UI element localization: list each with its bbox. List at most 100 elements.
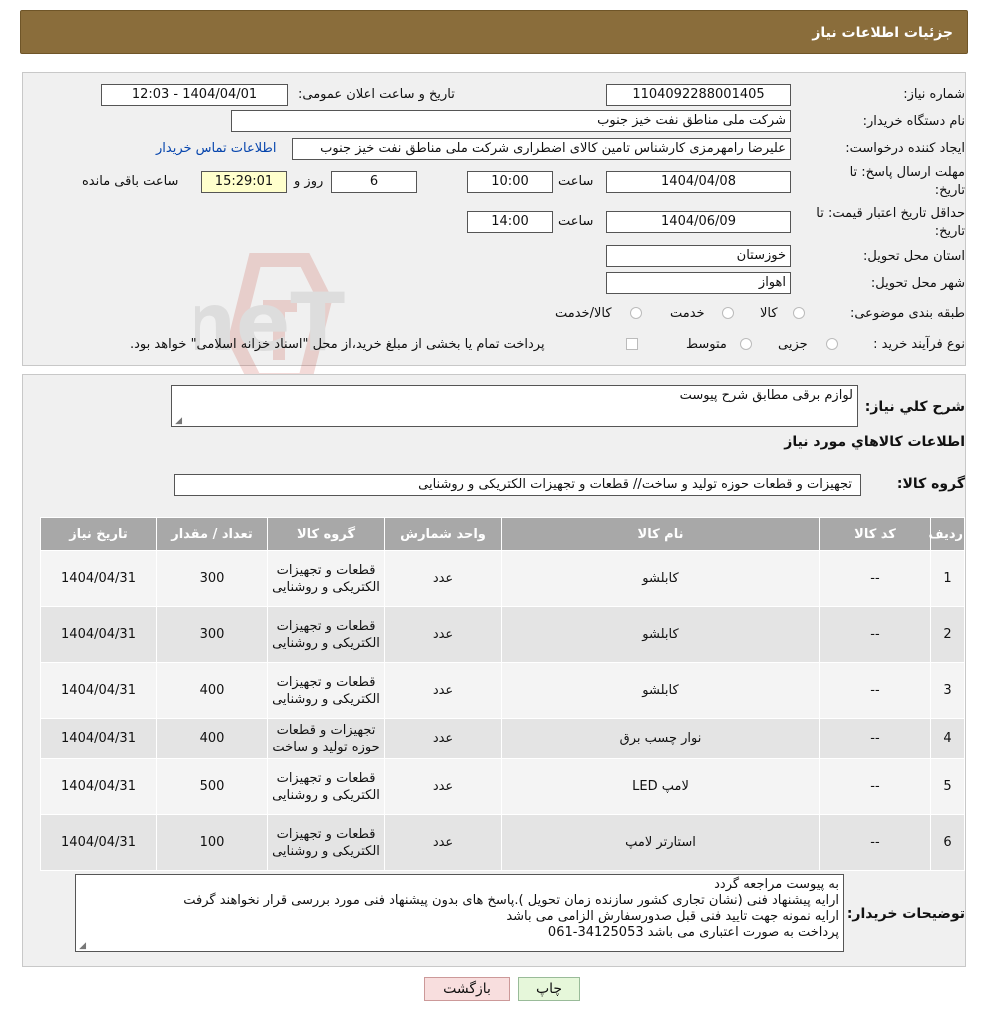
col-header-quantity: تعداد / مقدار: [156, 517, 268, 551]
days-field: 6: [331, 171, 417, 193]
page-title: جزئیات اطلاعات نیاز: [812, 25, 953, 41]
cell-date: 1404/04/31: [40, 550, 157, 607]
back-button[interactable]: بازگشت: [424, 977, 510, 1001]
category-service-label: خدمت: [670, 306, 705, 321]
need-number-field: 1104092288001405: [606, 84, 791, 106]
creator-label: ایجاد کننده درخواست:: [845, 141, 965, 156]
creator-field: علیرضا رامهرمزی کارشناس تامین کالای اضطر…: [292, 138, 791, 160]
deadline-label-date: تاریخ:: [934, 183, 965, 198]
cell-row-number: 2: [930, 606, 965, 663]
province-label: استان محل تحویل:: [863, 249, 965, 264]
cell-date: 1404/04/31: [40, 814, 157, 871]
items-section-title: اطلاعات کالاهاي مورد نياز: [784, 434, 965, 450]
treasury-checkbox[interactable]: [626, 338, 638, 350]
cell-unit: عدد: [384, 662, 502, 719]
category-label: طبقه بندی موضوعی:: [849, 306, 965, 321]
payment-note: پرداخت تمام یا بخشی از مبلغ خرید،از محل …: [130, 337, 545, 352]
category-goods-radio[interactable]: [793, 307, 805, 319]
description-field: لوازم برقی مطابق شرح پیوست ◢: [171, 385, 858, 427]
table-row: 6 -- استارتر لامپ عدد قطعات و تجهیزات ال…: [40, 814, 965, 871]
category-service-radio[interactable]: [722, 307, 734, 319]
deadline-label: مهلت ارسال پاسخ: تا: [849, 165, 965, 180]
cell-group: تجهیزات و قطعات حوزه تولید و ساخت: [267, 718, 385, 759]
resize-handle-icon[interactable]: ◢: [78, 942, 86, 951]
remaining-label: ساعت باقی مانده: [82, 174, 179, 189]
deadline-date-field: 1404/04/08: [606, 171, 791, 193]
process-minor-radio[interactable]: [826, 338, 838, 350]
cell-name: نوار چسب برق: [501, 718, 820, 759]
notes-line: ارایه پیشنهاد فنی (نشان تجاری کشور سازند…: [183, 893, 839, 908]
col-header-date: تاریخ نیاز: [40, 517, 157, 551]
col-header-group: گروه کالا: [267, 517, 385, 551]
cell-row-number: 5: [930, 758, 965, 815]
notes-label: توضیحات خریدار:: [846, 906, 965, 922]
cell-name: لامپ LED: [501, 758, 820, 815]
notes-line: پرداخت به صورت اعتباری می باشد 34125053-…: [547, 925, 839, 940]
validity-time-label: ساعت: [558, 214, 594, 229]
items-table: رديف کد کالا نام کالا واحد شمارش گروه کا…: [40, 517, 965, 871]
category-both-radio[interactable]: [630, 307, 642, 319]
cell-date: 1404/04/31: [40, 718, 157, 759]
validity-date-field: 1404/06/09: [606, 211, 791, 233]
cell-row-number: 4: [930, 718, 965, 759]
cell-code: --: [819, 606, 931, 663]
page-header: جزئیات اطلاعات نیاز: [20, 10, 968, 54]
cell-code: --: [819, 662, 931, 719]
process-medium-radio[interactable]: [740, 338, 752, 350]
city-field: اهواز: [606, 272, 791, 294]
table-row: 5 -- لامپ LED عدد قطعات و تجهیزات الکتری…: [40, 758, 965, 815]
cell-code: --: [819, 550, 931, 607]
notes-line: به پیوست مراجعه گردد: [714, 877, 839, 892]
notes-field: به پیوست مراجعه گردد ارایه پیشنهاد فنی (…: [75, 874, 844, 952]
cell-unit: عدد: [384, 758, 502, 815]
category-both-label: کالا/خدمت: [555, 306, 612, 321]
announce-label: تاریخ و ساعت اعلان عمومی:: [298, 87, 455, 102]
col-header-unit: واحد شمارش: [384, 517, 502, 551]
cell-quantity: 400: [156, 718, 268, 759]
resize-handle-icon[interactable]: ◢: [174, 417, 182, 426]
buyer-label: نام دستگاه خریدار:: [862, 114, 965, 129]
validity-label-date: تاریخ:: [934, 224, 965, 239]
cell-row-number: 3: [930, 662, 965, 719]
cell-quantity: 100: [156, 814, 268, 871]
cell-group: قطعات و تجهیزات الکتریکی و روشنایی: [267, 606, 385, 663]
cell-code: --: [819, 718, 931, 759]
table-header-row: رديف کد کالا نام کالا واحد شمارش گروه کا…: [40, 517, 965, 551]
days-label: روز و: [294, 174, 324, 189]
cell-row-number: 6: [930, 814, 965, 871]
notes-line: ارایه نمونه جهت تایید فنی قبل صدورسفارش …: [506, 909, 839, 924]
table-row: 1 -- کابلشو عدد قطعات و تجهیزات الکتریکی…: [40, 550, 965, 607]
col-header-name: نام کالا: [501, 517, 820, 551]
cell-row-number: 1: [930, 550, 965, 607]
group-label: گروه کالا:: [896, 476, 965, 492]
cell-date: 1404/04/31: [40, 606, 157, 663]
buyer-field: شرکت ملی مناطق نفت خیز جنوب: [231, 110, 791, 132]
process-medium-label: متوسط: [686, 337, 727, 352]
validity-time-field: 14:00: [467, 211, 553, 233]
cell-name: کابلشو: [501, 606, 820, 663]
cell-name: کابلشو: [501, 550, 820, 607]
cell-unit: عدد: [384, 718, 502, 759]
col-header-row-number: رديف: [928, 517, 965, 551]
table-row: 3 -- کابلشو عدد قطعات و تجهیزات الکتریکی…: [40, 662, 965, 719]
cell-unit: عدد: [384, 814, 502, 871]
deadline-time-field: 10:00: [467, 171, 553, 193]
group-field: تجهیزات و قطعات حوزه تولید و ساخت// قطعا…: [174, 474, 861, 496]
province-field: خوزستان: [606, 245, 791, 267]
cell-code: --: [819, 814, 931, 871]
description-label: شرح کلي نياز:: [864, 399, 965, 415]
cell-quantity: 400: [156, 662, 268, 719]
cell-name: استارتر لامپ: [501, 814, 820, 871]
col-header-code: کد کالا: [819, 517, 931, 551]
announce-field: 1404/04/01 - 12:03: [101, 84, 288, 106]
table-row: 4 -- نوار چسب برق عدد تجهیزات و قطعات حو…: [40, 718, 965, 759]
validity-label: حداقل تاریخ اعتبار قیمت: تا: [816, 206, 965, 221]
cell-date: 1404/04/31: [40, 662, 157, 719]
cell-quantity: 300: [156, 550, 268, 607]
contact-buyer-link[interactable]: اطلاعات تماس خریدار: [156, 141, 276, 156]
process-label: نوع فرآیند خرید :: [873, 337, 965, 352]
cell-group: قطعات و تجهیزات الکتریکی و روشنایی: [267, 814, 385, 871]
deadline-time-label: ساعت: [558, 174, 594, 189]
print-button[interactable]: چاپ: [518, 977, 580, 1001]
cell-name: کابلشو: [501, 662, 820, 719]
